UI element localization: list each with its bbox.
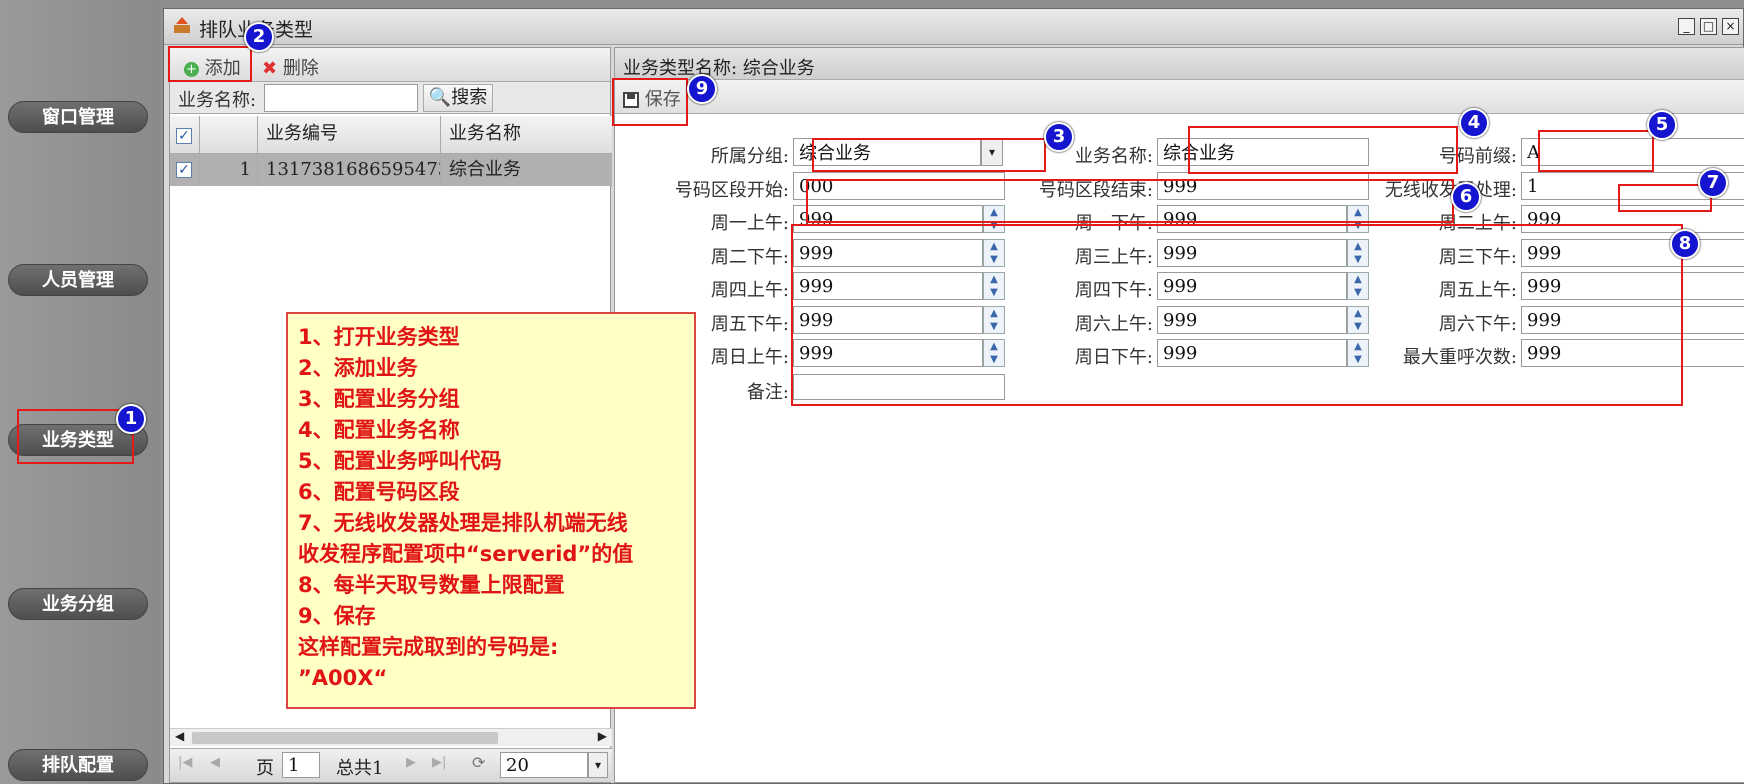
page-size-select[interactable] [500,752,588,778]
highlight-add [168,46,252,82]
row-index: 1 [200,154,258,186]
nav-queue-config[interactable]: 排队配置 [8,749,148,781]
highlight-quota [791,224,1683,406]
search-input[interactable] [264,84,418,112]
page-number-input[interactable] [282,752,320,778]
remark-label: 备注: [746,382,789,403]
scroll-left-icon[interactable]: ◀ [175,729,184,743]
highlight-name [1188,126,1458,174]
highlight-group [812,138,1046,172]
maximize-button[interactable]: □ [1700,18,1717,35]
note-line: 3、配置业务分组 [298,387,460,411]
close-button[interactable]: × [1722,18,1739,35]
next-page-icon[interactable]: ▶ [406,755,416,770]
sun-am-label: 周日上午: [710,347,789,368]
note-line: ”A00X“ [298,666,388,690]
left-nav: 窗口管理 人员管理 业务类型 业务分组 排队配置 [0,0,160,784]
header-name[interactable]: 业务名称 [441,116,612,153]
delete-button-label: 删除 [282,58,319,79]
nav-business-group[interactable]: 业务分组 [8,588,148,620]
row-checkbox[interactable]: ✓ [176,162,192,178]
window-icon [174,17,190,33]
mon-am-label: 周一上午: [710,213,789,234]
nav-window-management[interactable]: 窗口管理 [8,101,148,133]
note-line: 1、打开业务类型 [298,325,460,349]
instruction-note: 1、打开业务类型 2、添加业务 3、配置业务分组 4、配置业务名称 5、配置业务… [286,312,696,709]
step-badge: 7 [1698,168,1728,198]
nav-staff-management[interactable]: 人员管理 [8,264,148,296]
pager: |◀ ◀ 页 总共1 ▶ ▶| ⟳ ▾ [170,748,612,782]
step-badge: 8 [1670,229,1700,259]
step-badge: 9 [687,74,717,104]
table-row[interactable]: ✓ 1 1317381686595473... 综合业务 [170,154,612,186]
highlight-prefix [1538,130,1654,172]
thu-am-label: 周四上午: [710,280,789,301]
note-line: 这样配置完成取到的号码是: [298,635,559,659]
detail-toolbar: 保存 [615,80,1744,114]
select-all-checkbox[interactable]: ✓ [176,128,192,144]
scroll-thumb[interactable] [192,732,498,744]
delete-icon: ✖ [262,58,278,79]
last-page-icon[interactable]: ▶| [432,755,446,770]
search-icon: 🔍 [428,87,452,108]
step-badge: 5 [1647,110,1677,140]
note-line: 8、每半天取号数量上限配置 [298,573,565,597]
note-line: 4、配置业务名称 [298,418,460,442]
step-badge: 4 [1459,108,1489,138]
window-titlebar: 排队业务类型 _ □ × [164,9,1743,45]
row-name: 综合业务 [449,159,521,180]
note-line: 收发程序配置项中“serverid”的值 [298,542,634,566]
step-badge: 3 [1044,122,1074,152]
fri-pm-label: 周五下午: [710,314,789,335]
tue-pm-label: 周二下午: [710,247,789,268]
step-badge: 6 [1451,182,1481,212]
row-select[interactable]: ✓ [170,154,200,186]
group-label: 所属分组: [710,146,789,167]
highlight-wireless [1618,184,1712,212]
detail-header: 业务类型名称: 综合业务 [615,48,1744,80]
note-line: 7、无线收发器处理是排队机端无线 [298,511,628,535]
total-pages-label: 总共1 [336,758,384,779]
refresh-icon[interactable]: ⟳ [472,753,485,772]
header-index [200,116,258,153]
scroll-right-icon[interactable]: ▶ [598,729,607,743]
step-badge: 1 [116,404,146,434]
prev-page-icon[interactable]: ◀ [210,755,220,770]
highlight-range [806,179,1454,223]
highlight-save [612,78,688,126]
step-badge: 2 [244,22,274,52]
search-label: 业务名称: [178,90,257,111]
note-line: 2、添加业务 [298,356,418,380]
search-button-label: 搜索 [451,87,488,108]
page-label: 页 [256,758,274,779]
first-page-icon[interactable]: |◀ [178,755,192,770]
row-code: 1317381686595473... [258,154,441,186]
note-line: 5、配置业务呼叫代码 [298,449,502,473]
header-code[interactable]: 业务编号 [258,116,441,153]
horizontal-scrollbar[interactable]: ◀ ▶ [170,728,612,746]
chevron-down-icon[interactable]: ▾ [588,752,608,778]
name-label: 业务名称: [1074,146,1153,167]
delete-button[interactable]: ✖ 删除 [262,54,319,80]
note-line: 9、保存 [298,604,376,628]
range-start-label: 号码区段开始: [674,180,789,201]
search-button[interactable]: 🔍搜索 [423,84,493,112]
minimize-button[interactable]: _ [1678,18,1695,35]
note-line: 6、配置号码区段 [298,480,460,504]
header-select-all[interactable]: ✓ [170,116,200,153]
grid-header: ✓ 业务编号 业务名称 [170,116,612,154]
search-row: 业务名称: 🔍搜索 [170,82,610,114]
